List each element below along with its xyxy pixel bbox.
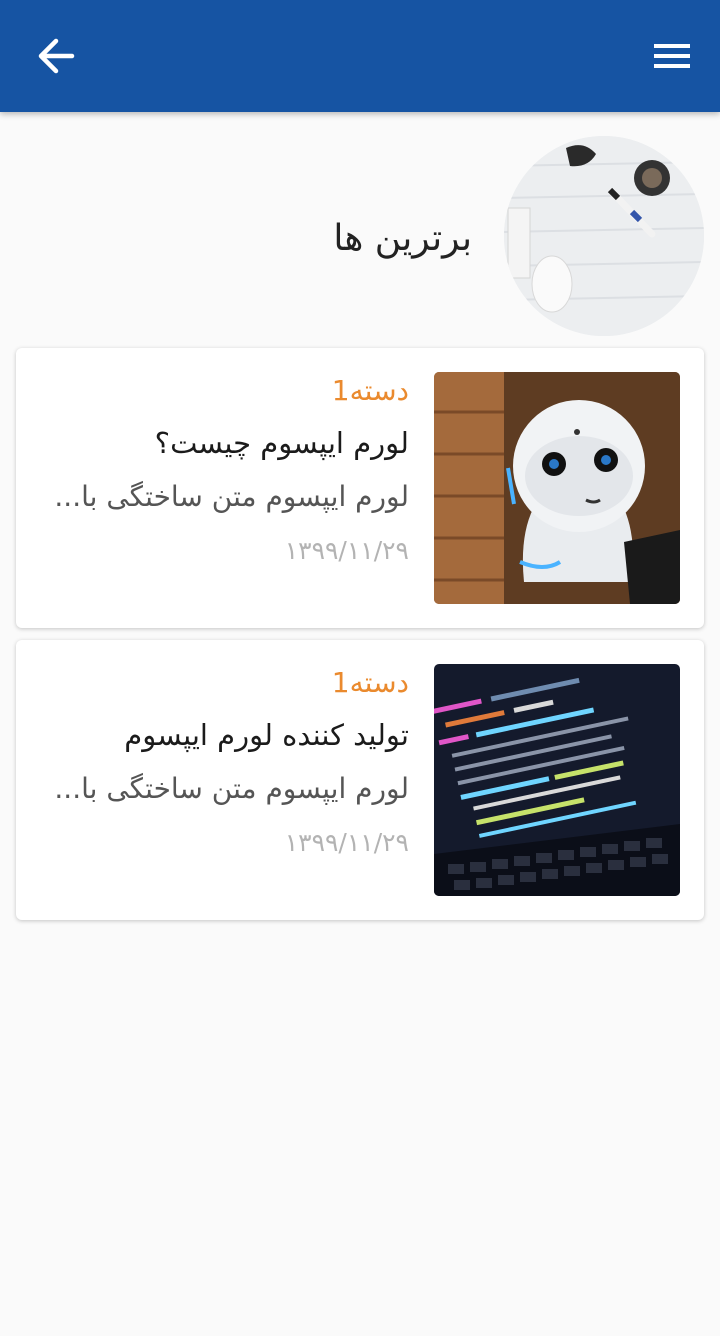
article-title: لورم ایپسوم چیست؟ [154,426,409,460]
article-category: دسته1 [331,666,409,699]
app-bar [0,0,720,112]
article-card[interactable]: دسته1 تولید کننده لورم ایپسوم لورم ایپسو… [16,640,704,920]
article-thumbnail-code [434,664,680,896]
header-image [504,136,704,336]
article-title: تولید کننده لورم ایپسوم [124,718,409,752]
hamburger-menu-icon [654,44,690,68]
article-date: ۱۳۹۹/۱۱/۲۹ [284,536,409,565]
arrow-back-icon [38,38,75,74]
article-excerpt: لورم ایپسوم متن ساختگی با... [54,480,409,513]
article-category: دسته1 [331,374,409,407]
article-thumbnail-robot [434,372,680,604]
article-excerpt: لورم ایپسوم متن ساختگی با... [54,772,409,805]
section-title: برترین ها [333,218,472,259]
top-section-header: برترین ها [0,112,720,348]
back-button[interactable] [26,28,86,84]
menu-button[interactable] [640,28,704,84]
article-date: ۱۳۹۹/۱۱/۲۹ [284,828,409,857]
article-card[interactable]: دسته1 لورم ایپسوم چیست؟ لورم ایپسوم متن … [16,348,704,628]
